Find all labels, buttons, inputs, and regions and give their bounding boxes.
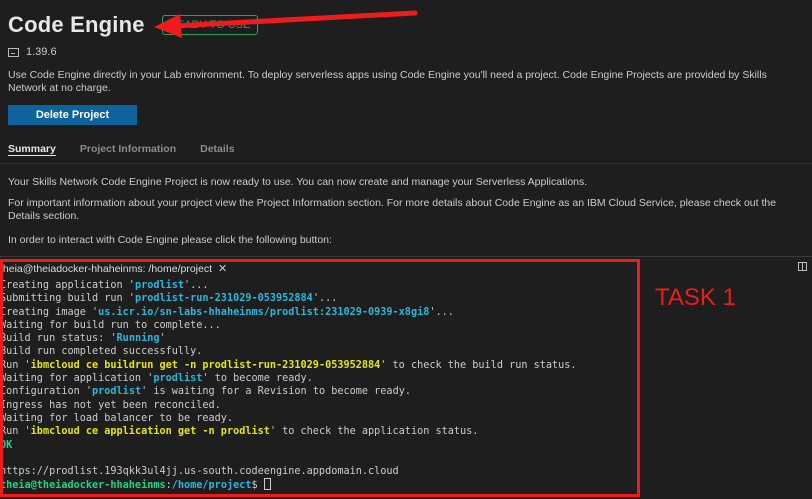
version-row: 1.39.6 xyxy=(8,46,57,58)
delete-project-button[interactable]: Delete Project xyxy=(8,105,137,125)
tab-project-information[interactable]: Project Information xyxy=(80,143,176,155)
summary-ready-text: Your Skills Network Code Engine Project … xyxy=(8,176,588,188)
extension-panel: Code Engine READY TO USE 1.39.6 Use Code… xyxy=(0,0,812,256)
annotation-box xyxy=(0,259,640,497)
tab-details[interactable]: Details xyxy=(200,143,234,155)
page-title: Code Engine xyxy=(8,12,145,37)
annotation-arrow xyxy=(154,10,418,38)
summary-interact-text: In order to interact with Code Engine pl… xyxy=(8,234,332,246)
split-terminal-icon[interactable] xyxy=(798,262,807,271)
tab-summary[interactable]: Summary xyxy=(8,143,56,155)
version-icon xyxy=(8,47,19,57)
tab-divider xyxy=(0,163,812,164)
tab-bar: Summary Project Information Details xyxy=(8,143,259,155)
annotation-label: TASK 1 xyxy=(655,284,736,311)
version-label: 1.39.6 xyxy=(26,46,57,58)
summary-info-text: For important information about your pro… xyxy=(8,197,777,222)
description: Use Code Engine directly in your Lab env… xyxy=(8,69,767,94)
